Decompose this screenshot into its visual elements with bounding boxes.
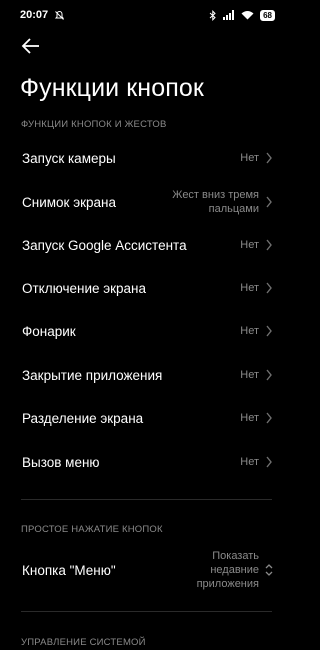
row-value: Нет bbox=[240, 456, 259, 468]
row-value: Нет bbox=[240, 282, 259, 294]
divider bbox=[21, 499, 272, 500]
status-bar: 20:07 68 bbox=[0, 0, 293, 30]
row-label: Отключение экрана bbox=[22, 280, 147, 296]
row-value: Нет bbox=[240, 325, 259, 337]
chevron-up-down-icon bbox=[265, 564, 273, 576]
wifi-icon bbox=[241, 11, 254, 20]
row-value: Нет bbox=[240, 239, 259, 251]
row-label: Фонарик bbox=[22, 323, 76, 339]
page-title: Функции кнопок bbox=[20, 74, 204, 102]
row-camera-launch[interactable]: Запуск камеры Нет bbox=[0, 138, 293, 178]
chevron-right-icon bbox=[266, 152, 272, 164]
row-screen-off[interactable]: Отключение экрана Нет bbox=[0, 268, 293, 308]
chevron-right-icon bbox=[266, 412, 272, 424]
section-header-gestures: ФУНКЦИИ КНОПОК И ЖЕСТОВ bbox=[21, 119, 167, 130]
bluetooth-icon bbox=[209, 9, 216, 21]
chevron-right-icon bbox=[266, 369, 272, 381]
section-header-system: УПРАВЛЕНИЕ СИСТЕМОЙ bbox=[21, 637, 146, 648]
battery-indicator: 68 bbox=[260, 9, 275, 21]
row-google-assistant[interactable]: Запуск Google Ассистента Нет bbox=[0, 225, 293, 265]
status-left: 20:07 bbox=[20, 9, 65, 21]
chevron-right-icon bbox=[266, 196, 272, 208]
row-label: Закрытие приложения bbox=[22, 367, 163, 383]
divider bbox=[21, 611, 272, 612]
row-value: Жест вниз тремя пальцами bbox=[172, 189, 259, 215]
chevron-right-icon bbox=[266, 282, 272, 294]
row-menu-button[interactable]: Кнопка "Меню" Показать недавние приложен… bbox=[0, 546, 293, 594]
chevron-right-icon bbox=[266, 325, 272, 337]
row-label: Запуск Google Ассистента bbox=[22, 237, 187, 253]
status-right: 68 bbox=[209, 9, 275, 21]
signal-icon bbox=[223, 10, 235, 20]
row-value: Показать недавние приложения bbox=[196, 550, 259, 590]
row-value: Нет bbox=[240, 152, 259, 164]
row-value: Нет bbox=[240, 369, 259, 381]
row-close-app[interactable]: Закрытие приложения Нет bbox=[0, 355, 293, 395]
notifications-muted-icon bbox=[55, 10, 65, 20]
row-flashlight[interactable]: Фонарик Нет bbox=[0, 311, 293, 351]
row-label: Запуск камеры bbox=[22, 150, 116, 166]
row-screenshot[interactable]: Снимок экрана Жест вниз тремя пальцами bbox=[0, 181, 293, 223]
row-value: Нет bbox=[240, 412, 259, 424]
section-header-simple-press: ПРОСТОЕ НАЖАТИЕ КНОПОК bbox=[21, 524, 163, 535]
arrow-left-icon bbox=[21, 38, 39, 54]
row-open-menu[interactable]: Вызов меню Нет bbox=[0, 442, 293, 482]
chevron-right-icon bbox=[266, 239, 272, 251]
chevron-right-icon bbox=[266, 456, 272, 468]
status-time: 20:07 bbox=[20, 9, 49, 21]
back-button[interactable] bbox=[20, 36, 42, 56]
row-label: Вызов меню bbox=[22, 454, 100, 470]
row-split-screen[interactable]: Разделение экрана Нет bbox=[0, 398, 293, 438]
row-label: Разделение экрана bbox=[22, 410, 144, 426]
row-label: Кнопка "Меню" bbox=[22, 562, 116, 578]
row-label: Снимок экрана bbox=[22, 194, 116, 210]
